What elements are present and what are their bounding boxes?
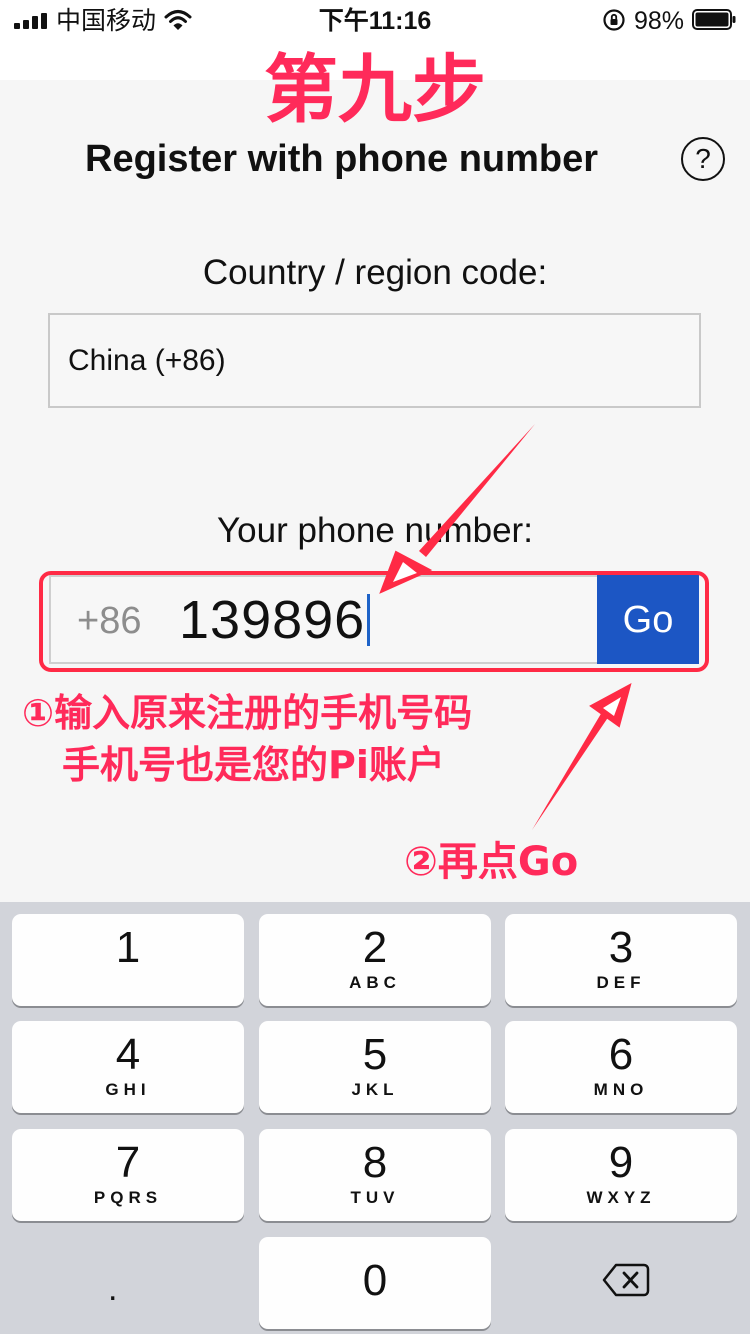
orientation-lock-icon [603,9,625,31]
key-letters: ABC [349,973,401,992]
annotation-note-1: ①输入原来注册的手机号码 [22,691,473,735]
key-letters: JKL [351,1080,399,1099]
key-letters: TUV [350,1188,400,1207]
highlight-box [39,571,709,672]
key-digit: 4 [115,1030,141,1079]
key-4[interactable]: 4 GHI [12,1021,244,1113]
key-0[interactable]: 0 [259,1237,491,1329]
key-digit: 1 [115,923,141,972]
key-letters: GHI [105,1080,151,1099]
key-digit: 9 [608,1138,634,1187]
key-digit: 5 [362,1030,388,1079]
key-9[interactable]: 9 WXYZ [505,1129,737,1221]
key-6[interactable]: 6 MNO [505,1021,737,1113]
key-digit: 2 [362,923,388,972]
key-letters: WXYZ [586,1188,656,1207]
key-digit: 3 [608,923,634,972]
battery-icon [692,9,736,30]
key-letters: DEF [596,973,646,992]
key-digit: 7 [115,1138,141,1187]
key-8[interactable]: 8 TUV [259,1129,491,1221]
step-annotation: 第九步 [264,47,486,133]
annotation-note-2: 手机号也是您的Pi账户 [62,743,445,787]
help-icon[interactable]: ? [681,137,725,181]
key-3[interactable]: 3 DEF [505,914,737,1006]
key-letters: PQRS [93,1188,163,1207]
country-select[interactable]: China (+86) [48,313,701,408]
key-digit: 6 [608,1030,634,1079]
key-7[interactable]: 7 PQRS [12,1129,244,1221]
key-2[interactable]: 2 ABC [259,914,491,1006]
backspace-icon[interactable] [602,1262,650,1298]
page-title: Register with phone number [85,138,599,180]
annotation-note-go: ②再点Go [404,839,579,885]
phone-label: Your phone number: [217,511,533,550]
key-1[interactable]: 1 [12,914,244,1006]
key-digit: 8 [362,1138,388,1187]
key-dot[interactable]: . [108,1272,117,1306]
key-digit: 0 [362,1256,388,1305]
key-letters: MNO [593,1080,649,1099]
country-label: Country / region code: [202,253,548,292]
key-5[interactable]: 5 JKL [259,1021,491,1113]
country-value: China (+86) [68,344,226,377]
battery-percent: 98% [634,7,685,35]
arrow-to-go-button [532,683,632,830]
